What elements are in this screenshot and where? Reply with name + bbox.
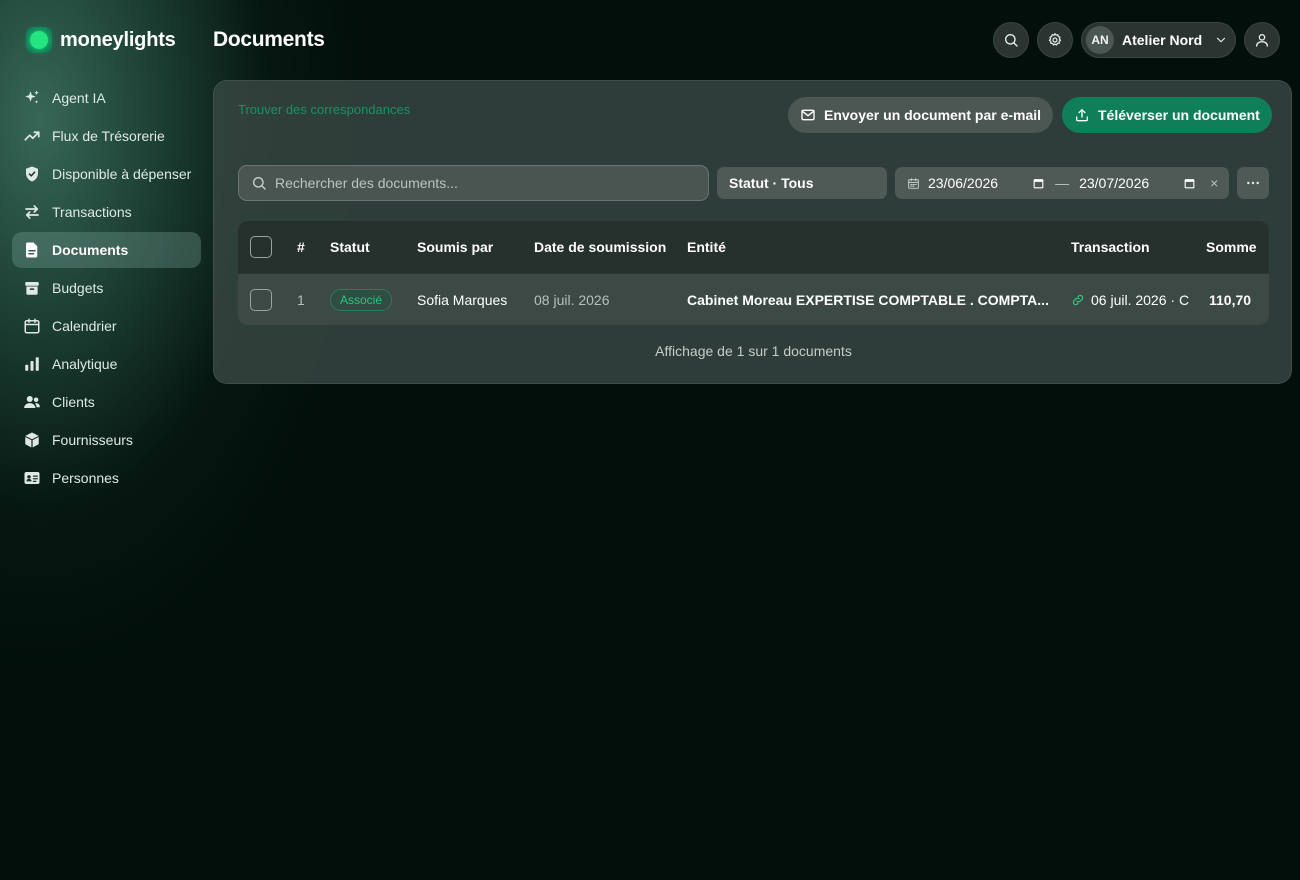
sidebar-item-disponible[interactable]: Disponible à dépenser [12,156,201,192]
document-icon [26,242,38,258]
entity-name[interactable]: Cabinet Moreau EXPERTISE COMPTABLE . COM… [687,274,1049,325]
brand-logo[interactable]: moneylights [26,27,176,53]
more-options-button[interactable] [1237,167,1269,199]
sidebar-item-label: Personnes [52,470,119,486]
search-icon [252,177,266,190]
date-from-input[interactable]: 23/06/2026 [928,175,998,191]
email-document-label: Envoyer un document par e-mail [824,107,1042,123]
sidebar-item-flux-tresorerie[interactable]: Flux de Trésorerie [12,118,201,154]
calendar-picker-icon[interactable] [1032,177,1045,190]
sidebar-item-agent-ia[interactable]: Agent IA [12,80,201,116]
submitted-date: 08 juil. 2026 [534,292,610,308]
sidebar-item-fournisseurs[interactable]: Fournisseurs [12,422,201,458]
table-row[interactable]: 1 Associé Sofia Marques 08 juil. 2026 Ca… [238,273,1269,325]
account-name: Atelier Nord [1122,32,1203,48]
ellipsis-icon [1247,181,1259,185]
user-profile-button[interactable] [1244,22,1280,58]
documents-panel: Trouver des correspondances Envoyer un d… [213,80,1292,384]
brand-name: moneylights [60,28,176,51]
id-card-icon [24,472,40,484]
status-filter-label: Statut · Tous [729,175,814,191]
sidebar-item-label: Transactions [52,204,132,220]
date-to-input[interactable]: 23/07/2026 [1079,175,1149,191]
sidebar-item-label: Calendrier [52,318,117,334]
column-header-submitted-date[interactable]: Date de soumission [534,221,666,273]
date-range-picker[interactable]: 23/06/2026 — 23/07/2026 × [895,167,1229,199]
submitted-by: Sofia Marques [417,292,508,308]
sidebar-item-label: Documents [52,242,129,258]
amount-value: 110,70 [1209,292,1252,308]
calendar-picker-icon[interactable] [1183,177,1196,190]
chevron-down-icon [1217,37,1226,43]
bar-chart-icon [25,357,39,371]
row-checkbox[interactable] [250,289,272,311]
gear-icon [1048,33,1062,46]
arrows-exchange-icon [25,205,39,219]
row-index: 1 [297,292,305,308]
column-header-entity[interactable]: Entité [687,221,726,273]
search-icon [1005,34,1018,47]
documents-table: # Statut Soumis par Date de soumission E… [238,221,1269,325]
sidebar-item-personnes[interactable]: Personnes [12,460,201,496]
shield-check-icon [26,166,38,182]
cube-icon [25,432,39,448]
users-icon [24,396,40,408]
clear-date-button[interactable]: × [1210,175,1218,191]
sidebar-item-label: Flux de Trésorerie [52,128,165,144]
sidebar-nav: Agent IA Flux de Trésorerie Disponible à… [12,80,201,498]
app-root: moneylights Agent IA Flux de Trésorerie … [0,0,1300,880]
sidebar-item-documents[interactable]: Documents [12,232,201,268]
sidebar-item-analytique[interactable]: Analytique [12,346,201,382]
user-icon [1256,34,1268,47]
sidebar-item-budgets[interactable]: Budgets [12,270,201,306]
transaction-link[interactable]: 06 juil. 2026 · C [1071,274,1189,325]
email-document-button[interactable]: Envoyer un document par e-mail [788,97,1054,133]
status-filter-select[interactable]: Statut · Tous [717,167,887,199]
sidebar-item-transactions[interactable]: Transactions [12,194,201,230]
status-badge: Associé [330,289,393,311]
sidebar-item-calendrier[interactable]: Calendrier [12,308,201,344]
column-header-index: # [297,239,305,255]
sidebar-item-clients[interactable]: Clients [12,384,201,420]
select-all-checkbox[interactable] [250,236,272,258]
pagination-summary: Affichage de 1 sur 1 documents [655,343,852,359]
search-input[interactable] [275,175,695,191]
sidebar-item-label: Analytique [52,356,118,372]
date-separator: — [1055,175,1070,191]
table-header: # Statut Soumis par Date de soumission E… [238,221,1269,273]
sidebar-item-label: Agent IA [52,90,106,106]
archive-box-icon [25,282,39,295]
page-title: Documents [213,28,325,51]
column-header-transaction[interactable]: Transaction [1071,221,1150,273]
avatar: AN [1086,26,1114,54]
search-button[interactable] [993,22,1029,58]
sidebar-item-label: Clients [52,394,95,410]
calendar-icon [24,318,40,334]
column-header-amount[interactable]: Somme [1206,221,1257,273]
sidebar-item-label: Disponible à dépenser [52,166,192,182]
mail-icon [801,109,815,121]
calendar-icon [908,177,919,189]
upload-document-label: Téléverser un document [1098,107,1260,123]
upload-icon [1076,109,1088,122]
settings-button[interactable] [1037,22,1073,58]
find-matches-link[interactable]: Trouver des correspondances [238,102,410,117]
link-icon [1072,294,1084,306]
logo-icon [26,27,52,53]
sidebar-item-label: Fournisseurs [52,432,133,448]
column-header-submitted-by[interactable]: Soumis par [417,221,493,273]
trend-up-icon [24,131,40,141]
column-header-status[interactable]: Statut [330,221,370,273]
transaction-label: 06 juil. 2026 · C [1091,292,1190,308]
search-field[interactable] [238,165,709,201]
upload-document-button[interactable]: Téléverser un document [1062,97,1272,133]
sparkles-icon [25,90,39,104]
account-switcher[interactable]: AN Atelier Nord [1081,22,1236,58]
sidebar-item-label: Budgets [52,280,104,296]
